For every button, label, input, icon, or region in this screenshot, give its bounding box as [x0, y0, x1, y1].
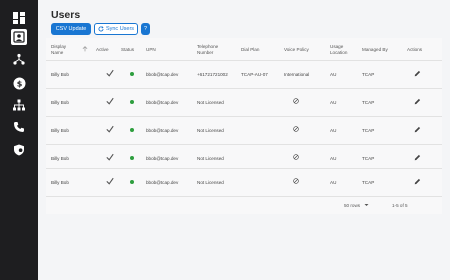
header-telephone[interactable]: Telephone Number	[197, 44, 229, 55]
display-name-cell: Billy Bob	[51, 180, 69, 185]
sync-icon	[98, 26, 104, 32]
managed-by-cell: TCAP	[362, 128, 375, 133]
rows-per-page-label: 50 rows	[344, 203, 361, 208]
check-icon	[106, 177, 114, 185]
managed-by-cell: TCAP	[362, 100, 375, 105]
no-policy-icon	[293, 126, 299, 132]
no-policy-icon	[293, 178, 299, 184]
upn-cell: bbob@tcap.dev	[146, 72, 179, 77]
edit-pencil-icon[interactable]	[414, 178, 421, 185]
telephone-cell: Not Licensed	[197, 128, 224, 133]
main-content: Users CSV Update Sync Users ? Display Na…	[38, 0, 450, 280]
svg-text:$: $	[16, 79, 22, 88]
edit-pencil-icon[interactable]	[414, 98, 421, 105]
header-usage-location[interactable]: Usage Location	[330, 44, 358, 55]
table-row[interactable]: Billy Bob bbob@tcap.dev Not Licensed AU …	[46, 116, 442, 144]
check-icon	[106, 97, 114, 105]
rows-per-page-select[interactable]: 50 rows	[344, 203, 369, 208]
header-display-name[interactable]: Display Name	[51, 44, 77, 55]
managed-by-cell: TCAP	[362, 72, 375, 77]
sync-users-label: Sync Users	[105, 26, 135, 32]
users-icon[interactable]	[11, 29, 27, 45]
display-name-cell: Billy Bob	[51, 156, 69, 161]
usage-location-cell: AU	[330, 180, 337, 185]
header-status[interactable]: Status	[121, 47, 134, 53]
users-table: Display Name Active Status UPN Telephone…	[46, 38, 442, 214]
usage-location-cell: AU	[330, 156, 337, 161]
upn-cell: bbob@tcap.dev	[146, 180, 179, 185]
upn-cell: bbob@tcap.dev	[146, 100, 179, 105]
table-row[interactable]: Billy Bob bbob@tcap.dev Not Licensed AU …	[46, 88, 442, 116]
no-policy-icon	[293, 154, 299, 160]
status-dot	[130, 72, 134, 76]
usage-location-cell: AU	[330, 128, 337, 133]
telephone-cell: +61721721002	[197, 72, 228, 77]
managed-by-cell: TCAP	[362, 156, 375, 161]
org-chart-icon[interactable]	[11, 97, 27, 113]
page-title: Users	[51, 9, 81, 21]
status-dot	[130, 180, 134, 184]
header-managed-by[interactable]: Managed By	[362, 47, 388, 53]
pagination-range: 1-5 of 5	[392, 203, 408, 208]
status-dot	[130, 128, 134, 132]
no-policy-icon	[293, 98, 299, 104]
phone-icon[interactable]	[11, 119, 27, 135]
status-dot	[130, 100, 134, 104]
header-voice-policy[interactable]: Voice Policy	[284, 47, 309, 53]
sync-users-button[interactable]: Sync Users	[94, 23, 138, 35]
usage-location-cell: AU	[330, 100, 337, 105]
edit-pencil-icon[interactable]	[414, 70, 421, 77]
sidebar: $	[0, 0, 38, 280]
usage-location-cell: AU	[330, 72, 337, 77]
managed-by-cell: TCAP	[362, 180, 375, 185]
display-name-cell: Billy Bob	[51, 72, 69, 77]
upn-cell: bbob@tcap.dev	[146, 156, 179, 161]
header-upn[interactable]: UPN	[146, 47, 156, 53]
upn-cell: bbob@tcap.dev	[146, 128, 179, 133]
check-icon	[106, 125, 114, 133]
telephone-cell: Not Licensed	[197, 156, 224, 161]
shield-icon[interactable]	[11, 142, 27, 158]
display-name-cell: Billy Bob	[51, 128, 69, 133]
flow-icon[interactable]	[11, 51, 27, 67]
edit-pencil-icon[interactable]	[414, 154, 421, 161]
telephone-cell: Not Licensed	[197, 180, 224, 185]
help-button[interactable]: ?	[141, 23, 150, 35]
header-actions: Actions	[407, 47, 423, 52]
edit-pencil-icon[interactable]	[414, 126, 421, 133]
table-row[interactable]: Billy Bob bbob@tcap.dev +61721721002 TCA…	[46, 60, 442, 88]
billing-icon[interactable]: $	[11, 75, 27, 91]
pagination-bar: 50 rows 1-5 of 5	[46, 196, 442, 214]
chevron-down-icon	[364, 204, 369, 206]
header-active[interactable]: Active	[96, 47, 109, 53]
display-name-cell: Billy Bob	[51, 100, 69, 105]
dashboard-icon[interactable]	[11, 10, 27, 26]
check-icon	[106, 69, 114, 77]
table-row[interactable]: Billy Bob bbob@tcap.dev Not Licensed AU …	[46, 168, 442, 196]
header-dial-plan[interactable]: Dial Plan	[241, 47, 259, 53]
telephone-cell: Not Licensed	[197, 100, 224, 105]
status-dot	[130, 156, 134, 160]
csv-update-button[interactable]: CSV Update	[51, 23, 91, 35]
sort-arrow-icon[interactable]	[82, 46, 88, 52]
voice-policy-cell: International	[284, 72, 310, 77]
dial-plan-cell: TCAP-AU-07	[241, 72, 268, 77]
check-icon	[106, 153, 114, 161]
